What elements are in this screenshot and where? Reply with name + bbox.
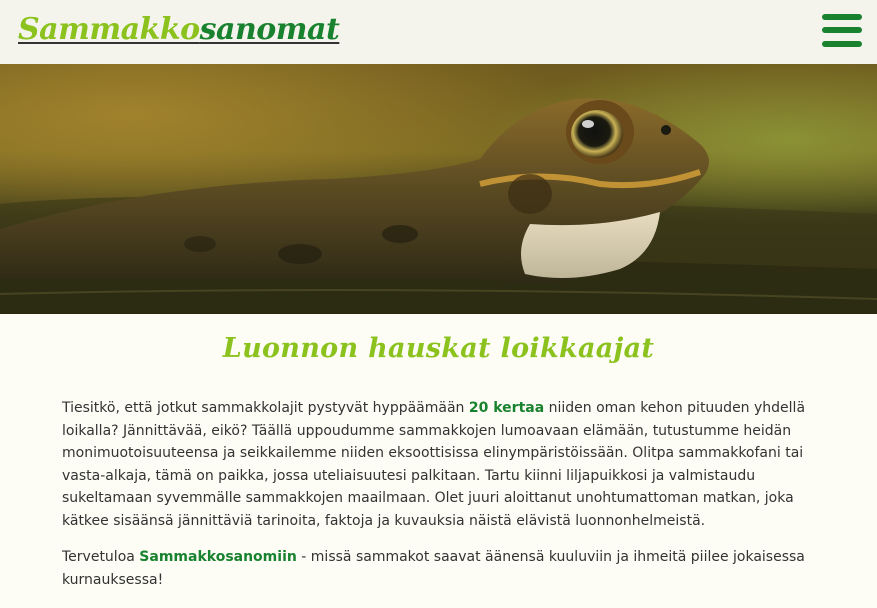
menu-bar-top xyxy=(822,14,862,20)
site-header: Sammakkosanomat xyxy=(0,0,877,64)
hamburger-menu-icon[interactable] xyxy=(822,14,862,47)
intro-text-start: Tiesitkö, että jotkut sammakkolajit pyst… xyxy=(62,400,469,416)
welcome-text-start: Tervetuloa xyxy=(62,549,140,565)
intro-highlight: 20 kertaa xyxy=(468,400,545,416)
page-title: Luonnon hauskat loikkaajat xyxy=(222,333,655,364)
welcome-paragraph: Tervetuloa Sammakkosanomiin - missä samm… xyxy=(62,546,812,591)
logo-part-1: Sammakko xyxy=(18,12,200,47)
menu-bar-bottom xyxy=(822,41,862,47)
logo-part-2: sanomat xyxy=(199,12,340,47)
frog-illustration xyxy=(0,64,877,314)
intro-paragraph: Tiesitkö, että jotkut sammakkolajit pyst… xyxy=(62,397,812,532)
site-logo-link[interactable]: Sammakkosanomat xyxy=(18,12,340,47)
intro-text-end: niiden oman kehon pituuden yhdellä loika… xyxy=(62,400,806,529)
welcome-highlight: Sammakkosanomiin xyxy=(139,549,297,565)
menu-bar-middle xyxy=(822,27,862,33)
hero-frog-image xyxy=(0,64,877,314)
